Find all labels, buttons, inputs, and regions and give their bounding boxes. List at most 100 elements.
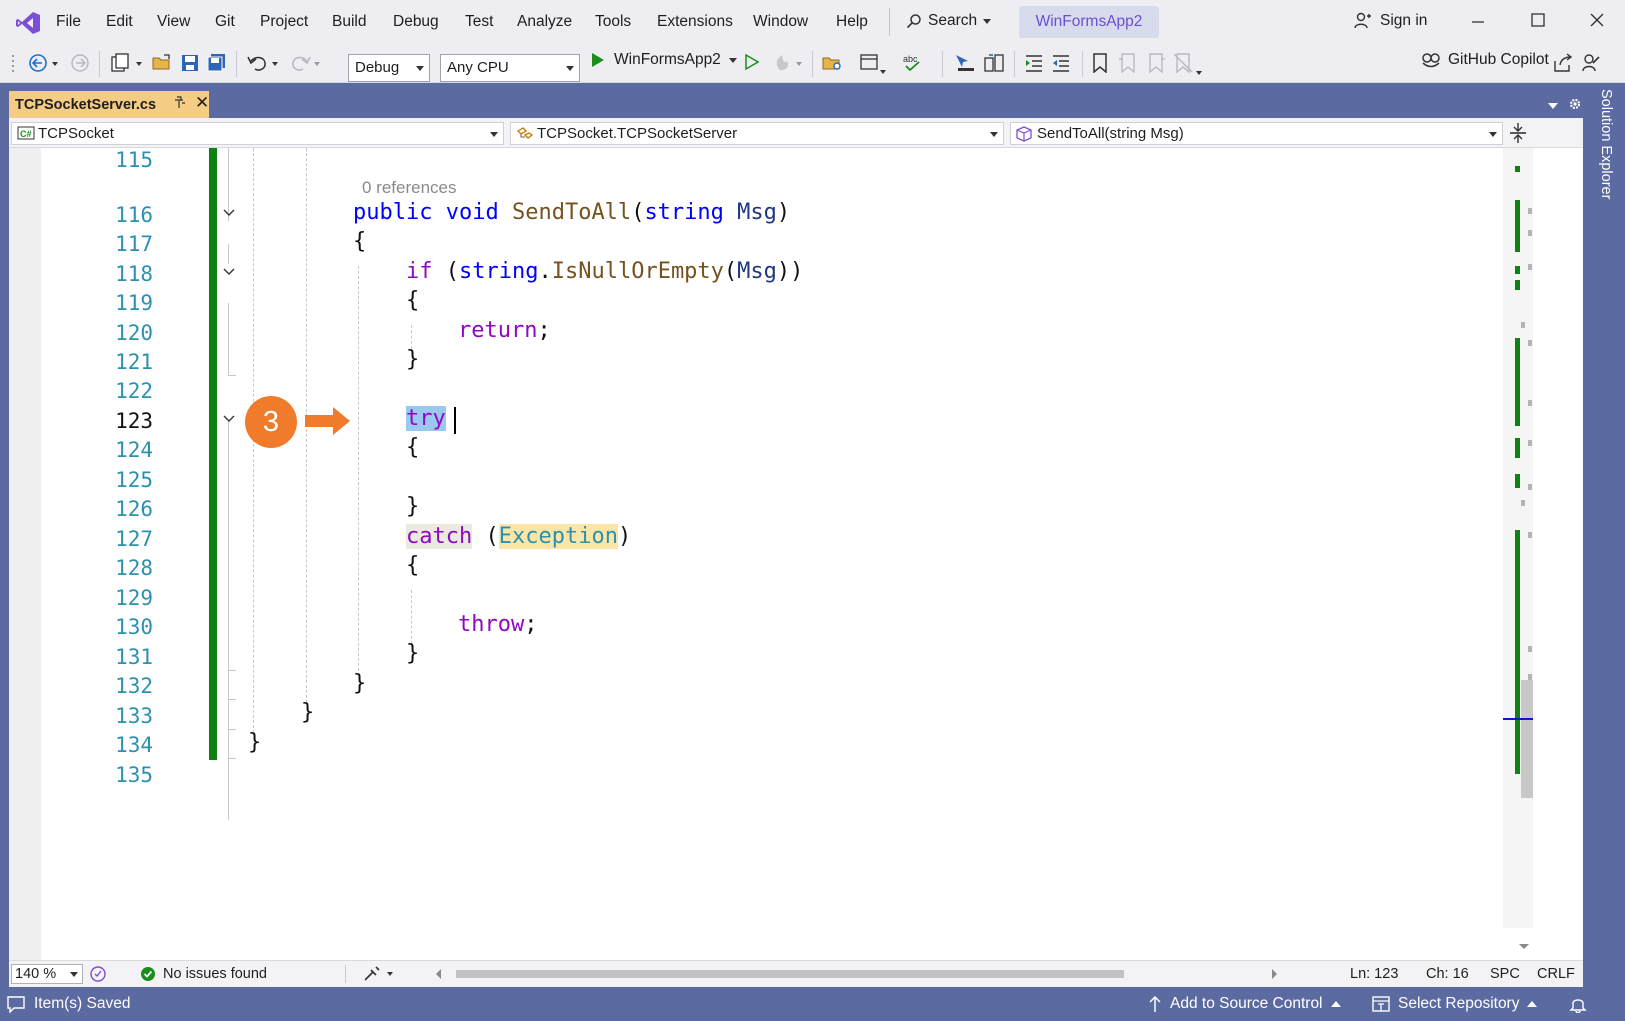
- uncomment-lines-button[interactable]: [1051, 53, 1073, 73]
- save-all-button[interactable]: [207, 53, 227, 73]
- hot-reload-button[interactable]: [772, 53, 806, 73]
- menu-extensions[interactable]: Extensions: [657, 13, 733, 31]
- menu-file[interactable]: File: [56, 13, 81, 31]
- line-indicator[interactable]: Ln: 123: [1350, 966, 1398, 982]
- open-file-button[interactable]: [152, 53, 172, 73]
- menu-view[interactable]: View: [157, 13, 190, 31]
- share-button[interactable]: [1553, 53, 1573, 73]
- github-copilot-button[interactable]: GitHub Copilot: [1421, 51, 1549, 69]
- menu-edit[interactable]: Edit: [106, 13, 133, 31]
- column-indicator[interactable]: Ch: 16: [1426, 966, 1469, 982]
- code-line-133[interactable]: }: [301, 700, 314, 725]
- vertical-scrollbar[interactable]: [1503, 148, 1533, 928]
- menu-build[interactable]: Build: [332, 13, 366, 31]
- undo-button[interactable]: [246, 53, 280, 73]
- type-dropdown[interactable]: TCPSocket.TCPSocketServer: [510, 122, 1004, 145]
- minimize-button[interactable]: [1470, 12, 1486, 28]
- solution-platform-select[interactable]: Any CPU: [440, 54, 580, 82]
- browser-link-button[interactable]: [860, 53, 890, 77]
- start-without-debugging-button[interactable]: [744, 53, 760, 71]
- search-button[interactable]: Search: [906, 12, 992, 30]
- scrollbar-thumb[interactable]: [1521, 680, 1533, 798]
- new-project-button[interactable]: [110, 53, 146, 73]
- split-window-button[interactable]: [1509, 122, 1527, 144]
- code-line-132[interactable]: }: [353, 671, 366, 696]
- menu-help[interactable]: Help: [836, 13, 868, 31]
- collapse-chevron-icon[interactable]: [221, 265, 237, 279]
- sync-view-button[interactable]: [983, 53, 1005, 73]
- code-line-134[interactable]: }: [248, 730, 261, 755]
- menu-project[interactable]: Project: [260, 13, 308, 31]
- toolbar-grip-icon: [12, 53, 16, 75]
- toggle-bookmark-button[interactable]: [1092, 53, 1108, 73]
- code-line-128[interactable]: {: [406, 553, 419, 578]
- chevron-down-icon[interactable]: [1548, 103, 1558, 109]
- gear-icon[interactable]: [1568, 97, 1582, 111]
- token: ;: [537, 318, 551, 343]
- solution-explorer-button[interactable]: [822, 53, 844, 73]
- health-icon[interactable]: [89, 965, 107, 983]
- notifications-button[interactable]: [1569, 995, 1587, 1013]
- pin-icon[interactable]: [173, 95, 187, 111]
- split-icon: [1510, 123, 1526, 143]
- add-to-source-control-button[interactable]: Add to Source Control: [1148, 995, 1341, 1013]
- member-dropdown[interactable]: SendToAll(string Msg): [1010, 122, 1503, 145]
- close-window-button[interactable]: [1589, 12, 1605, 28]
- start-debugging-button[interactable]: WinFormsApp2: [590, 51, 737, 69]
- code-line-123[interactable]: try: [406, 406, 446, 431]
- code-line-126[interactable]: }: [406, 494, 419, 519]
- configuration-value: Debug: [355, 59, 400, 76]
- sign-in-button[interactable]: Sign in: [1354, 12, 1427, 30]
- comment-lines-button[interactable]: [1024, 53, 1046, 73]
- spell-check-button[interactable]: abc: [902, 53, 924, 73]
- code-line-130[interactable]: throw;: [458, 612, 537, 637]
- navigate-forward-button[interactable]: [70, 53, 90, 73]
- solution-name-badge[interactable]: WinFormsApp2: [1019, 6, 1159, 38]
- menu-tools[interactable]: Tools: [595, 13, 631, 31]
- code-line-121[interactable]: }: [406, 347, 419, 372]
- zoom-select[interactable]: 140 %: [11, 964, 83, 984]
- close-tab-icon[interactable]: ✕: [195, 93, 209, 113]
- maximize-button[interactable]: [1530, 12, 1546, 28]
- code-line-120[interactable]: return;: [458, 318, 551, 343]
- scrollbar-thumb[interactable]: [456, 970, 1124, 978]
- collapse-chevron-icon[interactable]: [221, 206, 237, 220]
- tab-tcpsocketserver[interactable]: TCPSocketServer.cs ✕: [9, 91, 209, 118]
- save-button[interactable]: [180, 53, 200, 73]
- previous-bookmark-button[interactable]: [1118, 53, 1138, 73]
- issues-indicator[interactable]: No issues found: [140, 966, 267, 982]
- code-line-127[interactable]: catch (Exception): [406, 524, 631, 549]
- glyph-margin[interactable]: [9, 148, 41, 960]
- chevron-up-icon: [1527, 1001, 1538, 1007]
- select-repository-button[interactable]: Select Repository: [1372, 995, 1538, 1013]
- code-editor[interactable]: 115 116 117 118 119 120 121 122 123 124 …: [9, 148, 1583, 960]
- menu-analyze[interactable]: Analyze: [517, 13, 572, 31]
- navigate-back-button[interactable]: [28, 53, 60, 73]
- menu-debug[interactable]: Debug: [393, 13, 439, 31]
- code-line-131[interactable]: }: [406, 641, 419, 666]
- next-bookmark-button[interactable]: [1146, 53, 1166, 73]
- redo-button[interactable]: [290, 53, 324, 73]
- menu-git[interactable]: Git: [215, 13, 235, 31]
- horizontal-scrollbar[interactable]: [434, 967, 1279, 981]
- line-ending-indicator[interactable]: CRLF: [1537, 966, 1575, 982]
- clear-bookmarks-button[interactable]: [1173, 53, 1207, 77]
- menu-test[interactable]: Test: [465, 13, 493, 31]
- feedback-button[interactable]: [1581, 53, 1601, 73]
- project-dropdown[interactable]: C# TCPSocket: [11, 122, 504, 145]
- code-line-124[interactable]: {: [406, 435, 419, 460]
- spacing-indicator[interactable]: SPC: [1490, 966, 1520, 982]
- code-line-117[interactable]: {: [353, 229, 366, 254]
- menu-window[interactable]: Window: [753, 13, 808, 31]
- code-line-116[interactable]: public void SendToAll(string Msg): [353, 200, 790, 225]
- code-cleanup-button[interactable]: [363, 965, 397, 983]
- code-line-118[interactable]: if (string.IsNullOrEmpty(Msg)): [406, 259, 803, 284]
- codelens-references[interactable]: 0 references: [362, 178, 457, 198]
- solution-configuration-select[interactable]: Debug: [348, 54, 430, 82]
- code-line-119[interactable]: {: [406, 288, 419, 313]
- step-into-button[interactable]: [954, 53, 976, 73]
- solution-explorer-tab[interactable]: Solution Explorer: [1592, 83, 1625, 987]
- scroll-down-icon[interactable]: [1518, 943, 1530, 951]
- visual-studio-logo-icon[interactable]: [15, 10, 41, 36]
- collapse-chevron-icon[interactable]: [221, 412, 237, 426]
